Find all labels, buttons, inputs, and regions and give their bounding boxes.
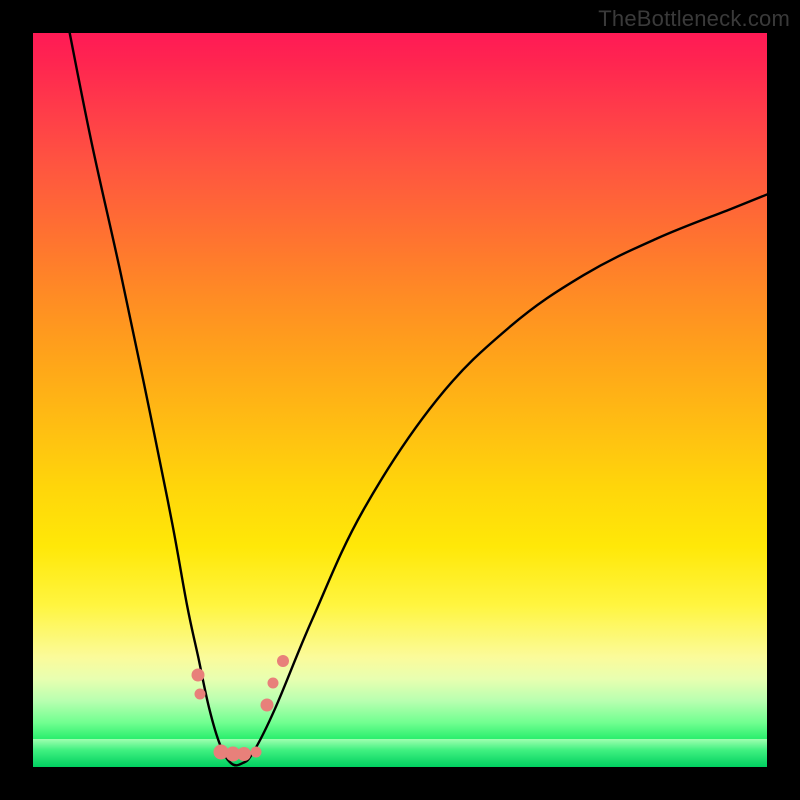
sample-dot	[237, 747, 251, 761]
sample-dot	[277, 655, 289, 667]
sample-dot	[251, 746, 262, 757]
chart-frame: TheBottleneck.com	[0, 0, 800, 800]
bottleneck-curve	[33, 33, 767, 767]
sample-dot	[261, 698, 274, 711]
watermark-text: TheBottleneck.com	[598, 6, 790, 32]
sample-dot	[268, 677, 279, 688]
sample-dot	[192, 669, 205, 682]
plot-area	[33, 33, 767, 767]
sample-dot	[195, 688, 206, 699]
